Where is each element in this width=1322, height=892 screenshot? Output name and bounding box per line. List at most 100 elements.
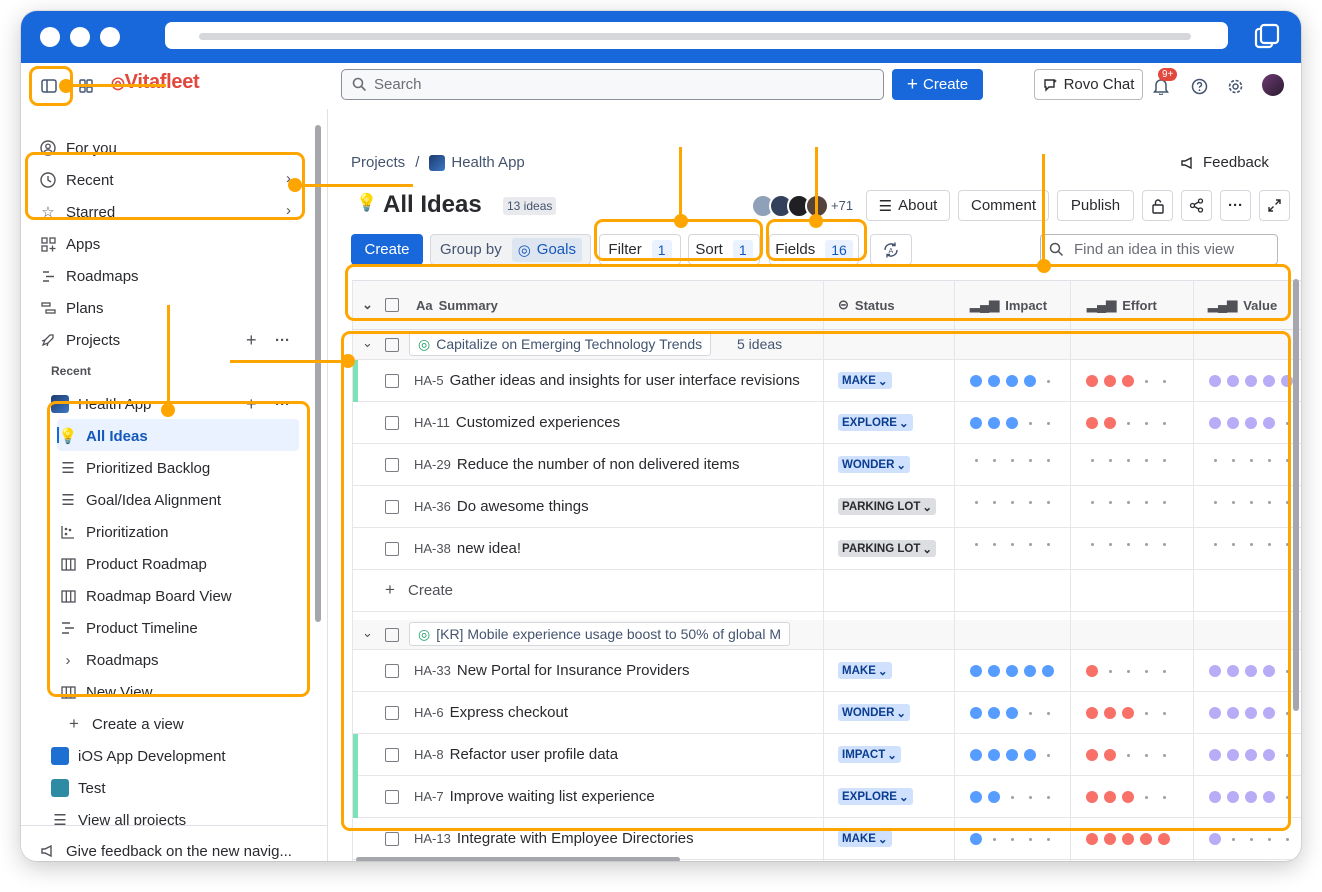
rating-dots[interactable] [1086,833,1170,845]
annotation-connector [1042,154,1045,266]
chat-icon [1043,78,1057,92]
annotation-connector [297,184,413,187]
idea-summary[interactable]: Integrate with Employee Directories [457,830,694,847]
rating-dot-filled [1122,833,1134,845]
avatar-group[interactable]: +71 [751,193,854,219]
expand-icon [1268,199,1281,212]
browser-window: ◎Vitafleet Search +Create Rovo Chat 9+ F… [21,11,1301,861]
global-create-button[interactable]: + Create [892,69,983,100]
annotation-connector [230,360,346,363]
vertical-scrollbar[interactable] [1293,279,1299,711]
rating-dot-empty [1249,837,1253,841]
rating-dot-filled [970,833,982,845]
auto-refresh-button[interactable]: A [870,234,912,265]
window-minimize-dot[interactable] [70,27,90,47]
row-checkbox[interactable] [385,832,399,846]
chevron-down-icon: ⌄ [877,833,888,846]
annotation-connector [167,305,170,409]
goal-target-icon: ◎ [517,241,531,259]
brand-logo[interactable]: ◎Vitafleet [111,71,200,94]
share-button[interactable] [1181,190,1212,221]
feedback-button[interactable]: Feedback [1180,154,1269,171]
plus-icon: + [69,714,79,733]
plans-icon [39,299,57,317]
project-avatar [51,747,69,765]
sidebar-item-test[interactable]: Test [51,777,106,799]
annotation-highlight [47,401,310,697]
avatar-overflow-count: +71 [831,198,854,213]
publish-button[interactable]: Publish [1057,190,1134,221]
give-feedback-link[interactable]: Give feedback on the new navig... [39,840,292,861]
window-close-dot[interactable] [40,27,60,47]
horizontal-scrollbar[interactable] [356,857,680,861]
idea-key-and-summary[interactable]: HA-13 Integrate with Employee Directories [414,830,694,847]
rating-dot-empty [1267,837,1271,841]
status-lozenge[interactable]: MAKE ⌄ [838,830,892,847]
fullscreen-button[interactable] [1259,190,1290,221]
group-by-value: ◎ Goals [511,237,582,262]
annotation-connector [71,84,166,87]
comment-button[interactable]: Comment [958,190,1049,221]
breadcrumb-projects[interactable]: Projects [351,154,405,171]
find-idea-input[interactable]: Find an idea in this view [1040,234,1278,265]
notifications-badge: 9+ [1158,68,1178,81]
annotation-highlight [341,331,1291,831]
rating-dot-filled [1158,833,1170,845]
window-zoom-dot[interactable] [100,27,120,47]
sidebar-item-plans[interactable]: Plans [39,297,104,319]
rovo-chat-button[interactable]: Rovo Chat [1034,69,1143,100]
rating-dot-filled [1086,833,1098,845]
more-actions-button[interactable]: ··· [1220,190,1251,221]
roadmap-icon [39,267,57,285]
rating-dot-empty [1285,837,1289,841]
annotation-highlight [25,152,305,220]
sidebar-scrollbar[interactable] [315,125,321,622]
megaphone-icon [1181,156,1192,169]
add-project-icon[interactable]: + [246,330,257,351]
rating-dot-empty [1046,837,1050,841]
sidebar-item-roadmaps[interactable]: Roadmaps [39,265,139,287]
rating-dots[interactable] [970,833,1054,845]
help-icon[interactable] [1189,76,1209,96]
annotation-connector [815,147,818,223]
about-button[interactable]: ☰ About [866,190,950,221]
rating-dot-empty [1028,837,1032,841]
annotation-dot [341,354,355,368]
annotation-highlight [345,264,1291,321]
more-icon[interactable]: ··· [275,332,290,349]
project-avatar [429,154,446,171]
list-icon: ☰ [878,197,893,215]
user-avatar[interactable] [1262,74,1284,96]
annotation-dot [1037,259,1051,273]
annotation-dot [59,79,73,93]
search-input[interactable]: Search [341,69,884,100]
unlock-icon [1151,198,1164,214]
rating-dots[interactable] [1209,833,1293,845]
sidebar-item-projects[interactable]: Projects + ··· [39,329,293,351]
create-view-button[interactable]: + Create a view [65,713,184,735]
lightbulb-icon: 💡 [356,193,378,212]
lock-button[interactable] [1142,190,1173,221]
sidebar-item-ios-app[interactable]: iOS App Development [51,745,226,767]
address-bar[interactable] [165,22,1228,49]
search-icon [352,77,367,92]
settings-gear-icon[interactable] [1225,76,1245,96]
megaphone-icon [39,842,57,860]
rating-dot-empty [1231,837,1235,841]
rating-dot-filled [1140,833,1152,845]
search-icon [1049,242,1064,257]
idea-key: HA-13 [414,831,451,846]
sidebar-item-apps[interactable]: Apps [39,233,100,255]
group-by-button[interactable]: Group by ◎ Goals [430,234,591,265]
recent-header: Recent [51,364,92,378]
svg-text:A: A [889,248,894,255]
rocket-icon [39,331,57,349]
breadcrumb-health-app[interactable]: Health App [451,154,524,171]
duplicate-window-icon[interactable] [1254,23,1280,49]
plus-icon: + [906,73,919,95]
rating-dot-filled [1209,833,1221,845]
top-navigation: ◎Vitafleet Search +Create Rovo Chat 9+ [21,63,1301,109]
create-idea-button[interactable]: Create [351,234,423,265]
rating-dot-empty [1010,837,1014,841]
rating-dot-empty [992,837,996,841]
